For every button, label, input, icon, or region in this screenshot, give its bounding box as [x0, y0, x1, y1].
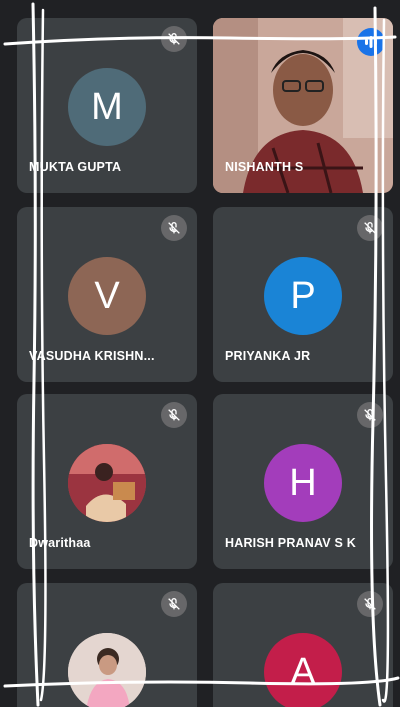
avatar-initial: P	[290, 274, 316, 317]
avatar	[68, 444, 146, 522]
mic-off-icon	[357, 591, 383, 617]
participant-name: HARISH PRANAV S K	[225, 536, 356, 550]
participant-tile-harish-pranav[interactable]: H HARISH PRANAV S K	[213, 394, 393, 569]
participant-tile-8[interactable]: A	[213, 583, 393, 707]
mic-off-icon	[161, 402, 187, 428]
mic-off-icon	[161, 215, 187, 241]
mic-off-icon	[357, 215, 383, 241]
avatar: V	[68, 257, 146, 335]
mic-off-icon	[357, 402, 383, 428]
participant-tile-mukta-gupta[interactable]: M MUKTA GUPTA	[17, 18, 197, 193]
participant-tile-nishanth-s[interactable]: NISHANTH S	[213, 18, 393, 193]
mic-off-icon	[161, 26, 187, 52]
participant-tile-dwarithaa[interactable]: Dwarithaa	[17, 394, 197, 569]
avatar-initial: H	[289, 461, 317, 504]
avatar-initial: V	[94, 274, 120, 317]
audio-wave-icon	[357, 28, 385, 56]
participant-name: VASUDHA KRISHN...	[29, 349, 155, 363]
participant-tile-priyanka-jr[interactable]: P PRIYANKA JR	[213, 207, 393, 382]
participant-name: NISHANTH S	[225, 160, 304, 174]
avatar-initial: M	[91, 85, 123, 128]
avatar: M	[68, 68, 146, 146]
mic-off-icon	[161, 591, 187, 617]
participant-name: PRIYANKA JR	[225, 349, 311, 363]
avatar: H	[264, 444, 342, 522]
participant-name: Dwarithaa	[29, 536, 91, 550]
participant-tile-7[interactable]	[17, 583, 197, 707]
participant-name: MUKTA GUPTA	[29, 160, 122, 174]
meeting-grid: M MUKTA GUPTA NISHANTH S V VASUDHA KRISH…	[0, 0, 400, 707]
participant-tile-vasudha-krishn[interactable]: V VASUDHA KRISHN...	[17, 207, 197, 382]
avatar: A	[264, 633, 342, 707]
avatar-initial: A	[290, 650, 316, 693]
avatar	[68, 633, 146, 707]
avatar: P	[264, 257, 342, 335]
